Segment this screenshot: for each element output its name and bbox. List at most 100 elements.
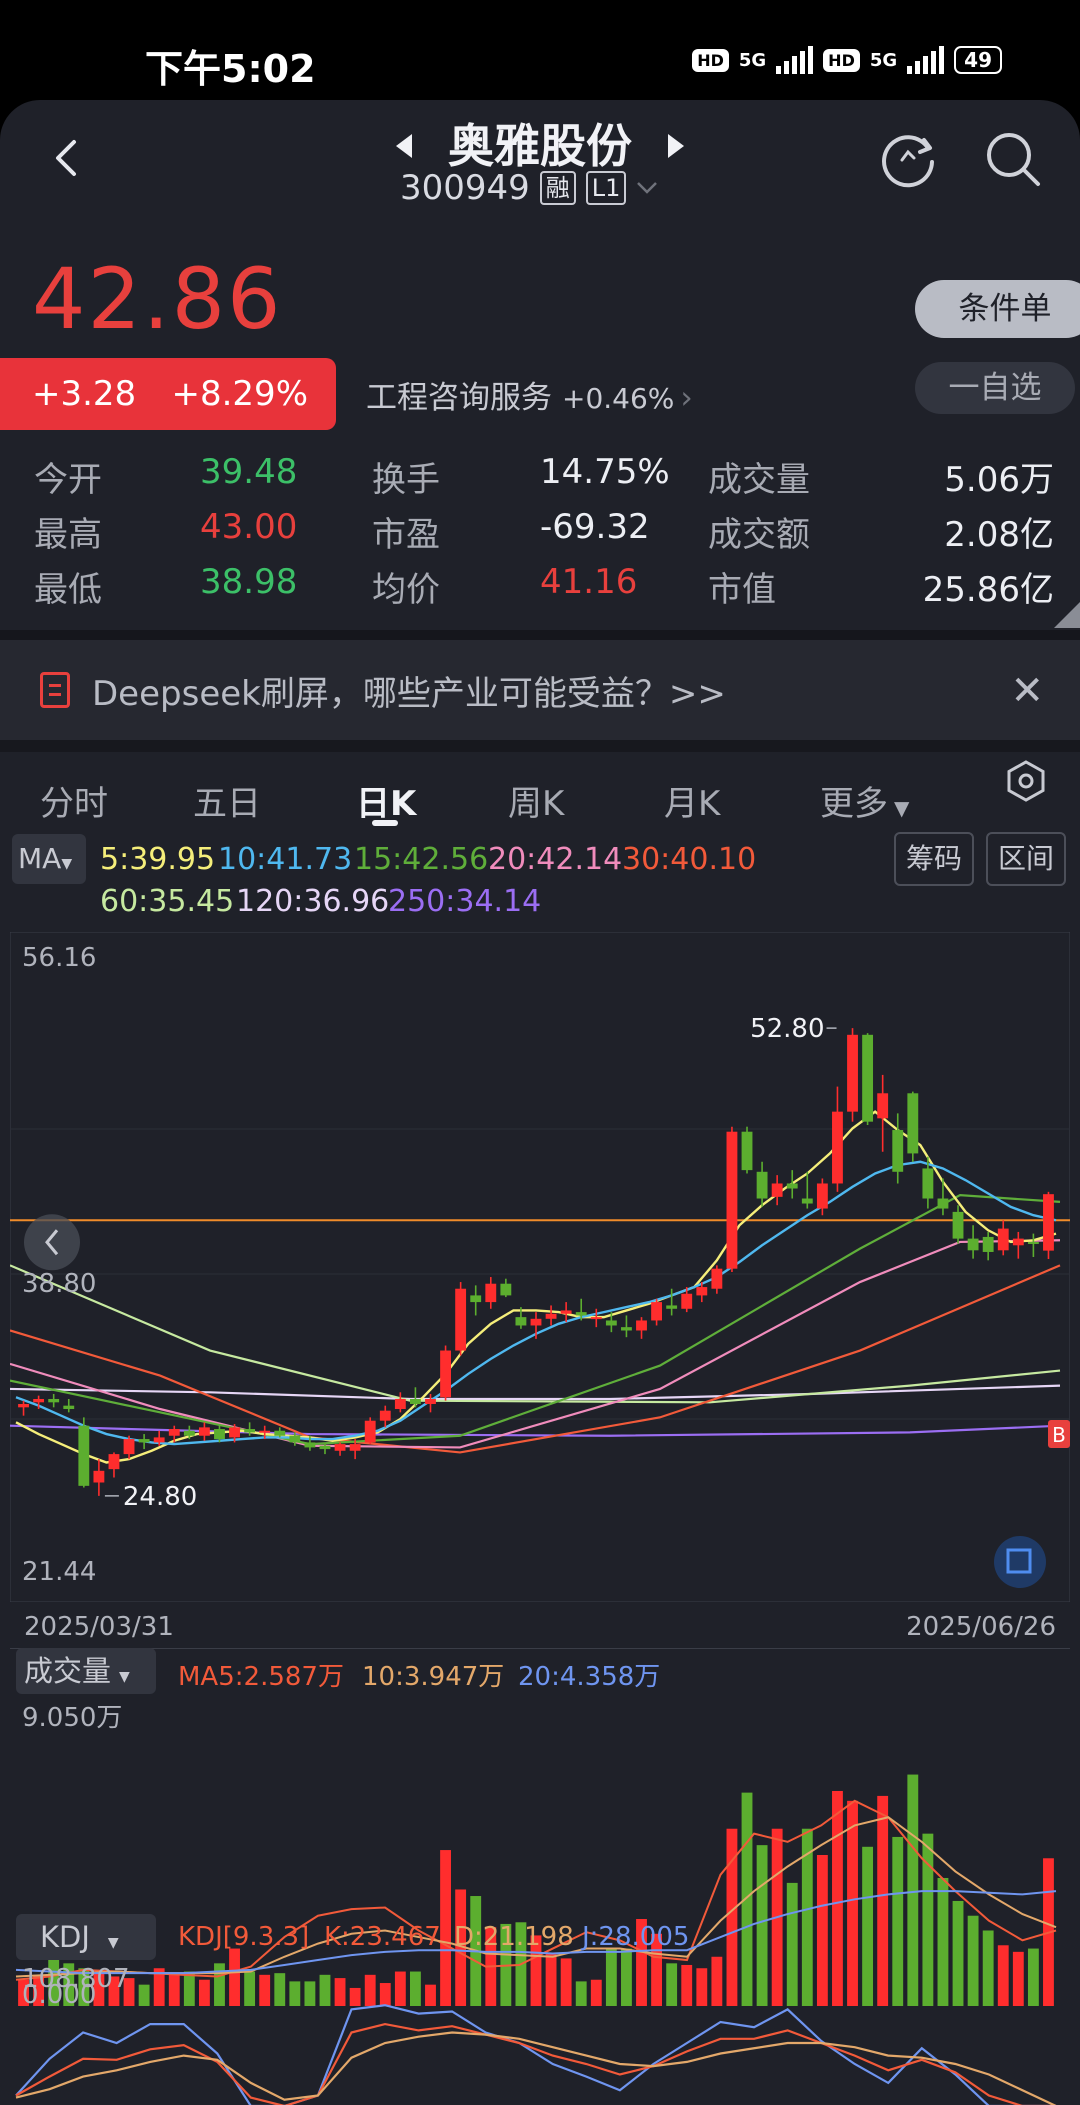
- price-change-pct: +8.29%: [171, 374, 309, 414]
- tab-five-day[interactable]: 五日: [193, 776, 261, 825]
- stat-value-avg: 41.16: [540, 562, 638, 602]
- back-arrow-icon[interactable]: [48, 138, 88, 178]
- chevron-down-icon: [637, 182, 658, 194]
- candle-body: [1027, 1241, 1039, 1244]
- kdj-button-label: KDJ: [40, 1920, 90, 1954]
- candle-body: [1012, 1238, 1024, 1246]
- tab-weekly-k[interactable]: 周K: [508, 776, 564, 825]
- volume-ma10: 10:3.947万: [362, 1662, 505, 1692]
- ma20-line: [10, 1239, 1061, 1449]
- candle-body: [681, 1293, 693, 1309]
- chip-distribution-button[interactable]: 筹码: [894, 832, 975, 886]
- candle-body: [877, 1093, 889, 1119]
- stat-value-open: 39.48: [200, 452, 298, 492]
- candle-body: [183, 1430, 195, 1436]
- expand-corner-icon[interactable]: [1054, 602, 1080, 628]
- banner-text: Deepseek刷屏，哪些产业可能受益？>>: [92, 674, 726, 714]
- caret-down-icon: ▼: [119, 1669, 130, 1685]
- battery-icon: 49: [954, 46, 1002, 74]
- candle-body: [771, 1183, 783, 1197]
- volume-chart[interactable]: [10, 1728, 1070, 2010]
- candle-body: [500, 1283, 512, 1296]
- candle-body: [78, 1425, 90, 1486]
- candle-body: [470, 1295, 482, 1303]
- add-watchlist-button[interactable]: 一自选: [915, 362, 1075, 414]
- candle-body: [982, 1236, 994, 1252]
- candle-body: [1043, 1194, 1054, 1251]
- candle-body: [259, 1430, 271, 1433]
- ma15-value: 15:42.56: [354, 842, 489, 877]
- kdj-selector-button[interactable]: KDJ ▼: [16, 1914, 156, 1960]
- stat-value-mcap: 25.86亿: [922, 570, 1054, 610]
- candle-body: [123, 1439, 135, 1455]
- range-button[interactable]: 区间: [986, 832, 1067, 886]
- stats-row: 最高 43.00 市盈 -69.32 成交额 2.08亿: [34, 507, 1054, 562]
- volume-button-label: 成交量: [24, 1654, 112, 1688]
- candle-body: [847, 1034, 858, 1112]
- x-axis-end-date: 2025/06/26: [906, 1612, 1056, 1642]
- candle-body: [229, 1427, 240, 1438]
- ma250-value: 250:34.14: [388, 884, 542, 919]
- candlestick-chart[interactable]: 56.16 38.80 21.44 52.80 24.80 B: [10, 932, 1070, 1602]
- high-marker-label: 52.80: [750, 1014, 824, 1044]
- margin-tag: 融: [539, 171, 576, 205]
- caret-down-icon: ▼: [894, 796, 910, 820]
- refresh-icon[interactable]: [880, 130, 938, 188]
- candle-body: [892, 1130, 904, 1172]
- candle-body: [198, 1427, 210, 1436]
- low-marker-label: 24.80: [123, 1482, 197, 1512]
- candle-body: [440, 1350, 451, 1398]
- fullscreen-button: [994, 1536, 1046, 1588]
- hd-badge: HD: [692, 48, 729, 72]
- caret-down-icon: ▼: [107, 1935, 119, 1951]
- stat-value-pe: -69.32: [540, 507, 650, 547]
- stat-value-high: 43.00: [200, 507, 298, 547]
- status-bar: 下午5:02 HD 5G HD 5G 49: [0, 0, 1080, 100]
- next-stock-icon[interactable]: [668, 134, 684, 158]
- candle-body: [726, 1131, 738, 1269]
- stats-row: 最低 38.98 均价 41.16 市值 25.86亿: [34, 562, 1054, 617]
- volume-bar: [847, 1800, 858, 2006]
- candle-body: [289, 1435, 301, 1443]
- conditional-order-button[interactable]: 条件单: [915, 280, 1080, 338]
- candle-body: [621, 1327, 632, 1331]
- stat-label: 均价: [372, 570, 440, 610]
- current-price: 42.86: [32, 250, 283, 348]
- stat-label: 成交额: [708, 515, 810, 555]
- news-banner[interactable]: Deepseek刷屏，哪些产业可能受益？>> ✕: [0, 640, 1080, 740]
- tab-intraday[interactable]: 分时: [40, 776, 108, 825]
- tab-monthly-k[interactable]: 月K: [664, 776, 720, 825]
- volume-bar: [877, 1795, 889, 2006]
- candle-body: [168, 1429, 180, 1436]
- volume-bar: [892, 1836, 904, 2006]
- tab-daily-k[interactable]: 日K: [356, 776, 416, 825]
- candle-body: [862, 1034, 874, 1122]
- volume-bar: [440, 1850, 451, 2006]
- search-icon[interactable]: [984, 130, 1042, 188]
- document-icon: [40, 672, 70, 708]
- kdj-chart[interactable]: [10, 1996, 1070, 2105]
- kdj-params: KDJ[9.3.3]: [178, 1922, 310, 1952]
- candle-body: [575, 1312, 587, 1316]
- kdj-j-line: [15, 2004, 1056, 2105]
- ma-selector-button[interactable]: MA▼: [12, 834, 86, 884]
- tab-more[interactable]: 更多 ▼: [820, 776, 909, 825]
- divider: [10, 1648, 1070, 1649]
- stat-label: 最低: [34, 570, 102, 610]
- candle-body: [108, 1454, 120, 1470]
- buy-marker-label: B: [1052, 1423, 1066, 1447]
- chart-tabs: 分时 五日 日K 周K 月K 更多 ▼: [0, 740, 1080, 828]
- stat-value-amount: 2.08亿: [944, 515, 1054, 555]
- candle-body: [741, 1131, 753, 1171]
- industry-pct: +0.46%: [562, 382, 675, 415]
- volume-selector-button[interactable]: 成交量 ▼: [16, 1648, 156, 1694]
- price-change: +3.28: [32, 374, 137, 414]
- volume-bar: [952, 1900, 964, 2006]
- industry-link[interactable]: 工程咨询服务 +0.46% ›: [366, 372, 693, 417]
- stock-code-row[interactable]: 300949 融 L1: [400, 168, 658, 208]
- candle-body: [590, 1317, 602, 1320]
- settings-icon[interactable]: [1005, 760, 1047, 802]
- ma60-value: 60:35.45: [100, 884, 235, 919]
- close-icon[interactable]: ✕: [1010, 668, 1044, 714]
- candle-body: [214, 1429, 225, 1440]
